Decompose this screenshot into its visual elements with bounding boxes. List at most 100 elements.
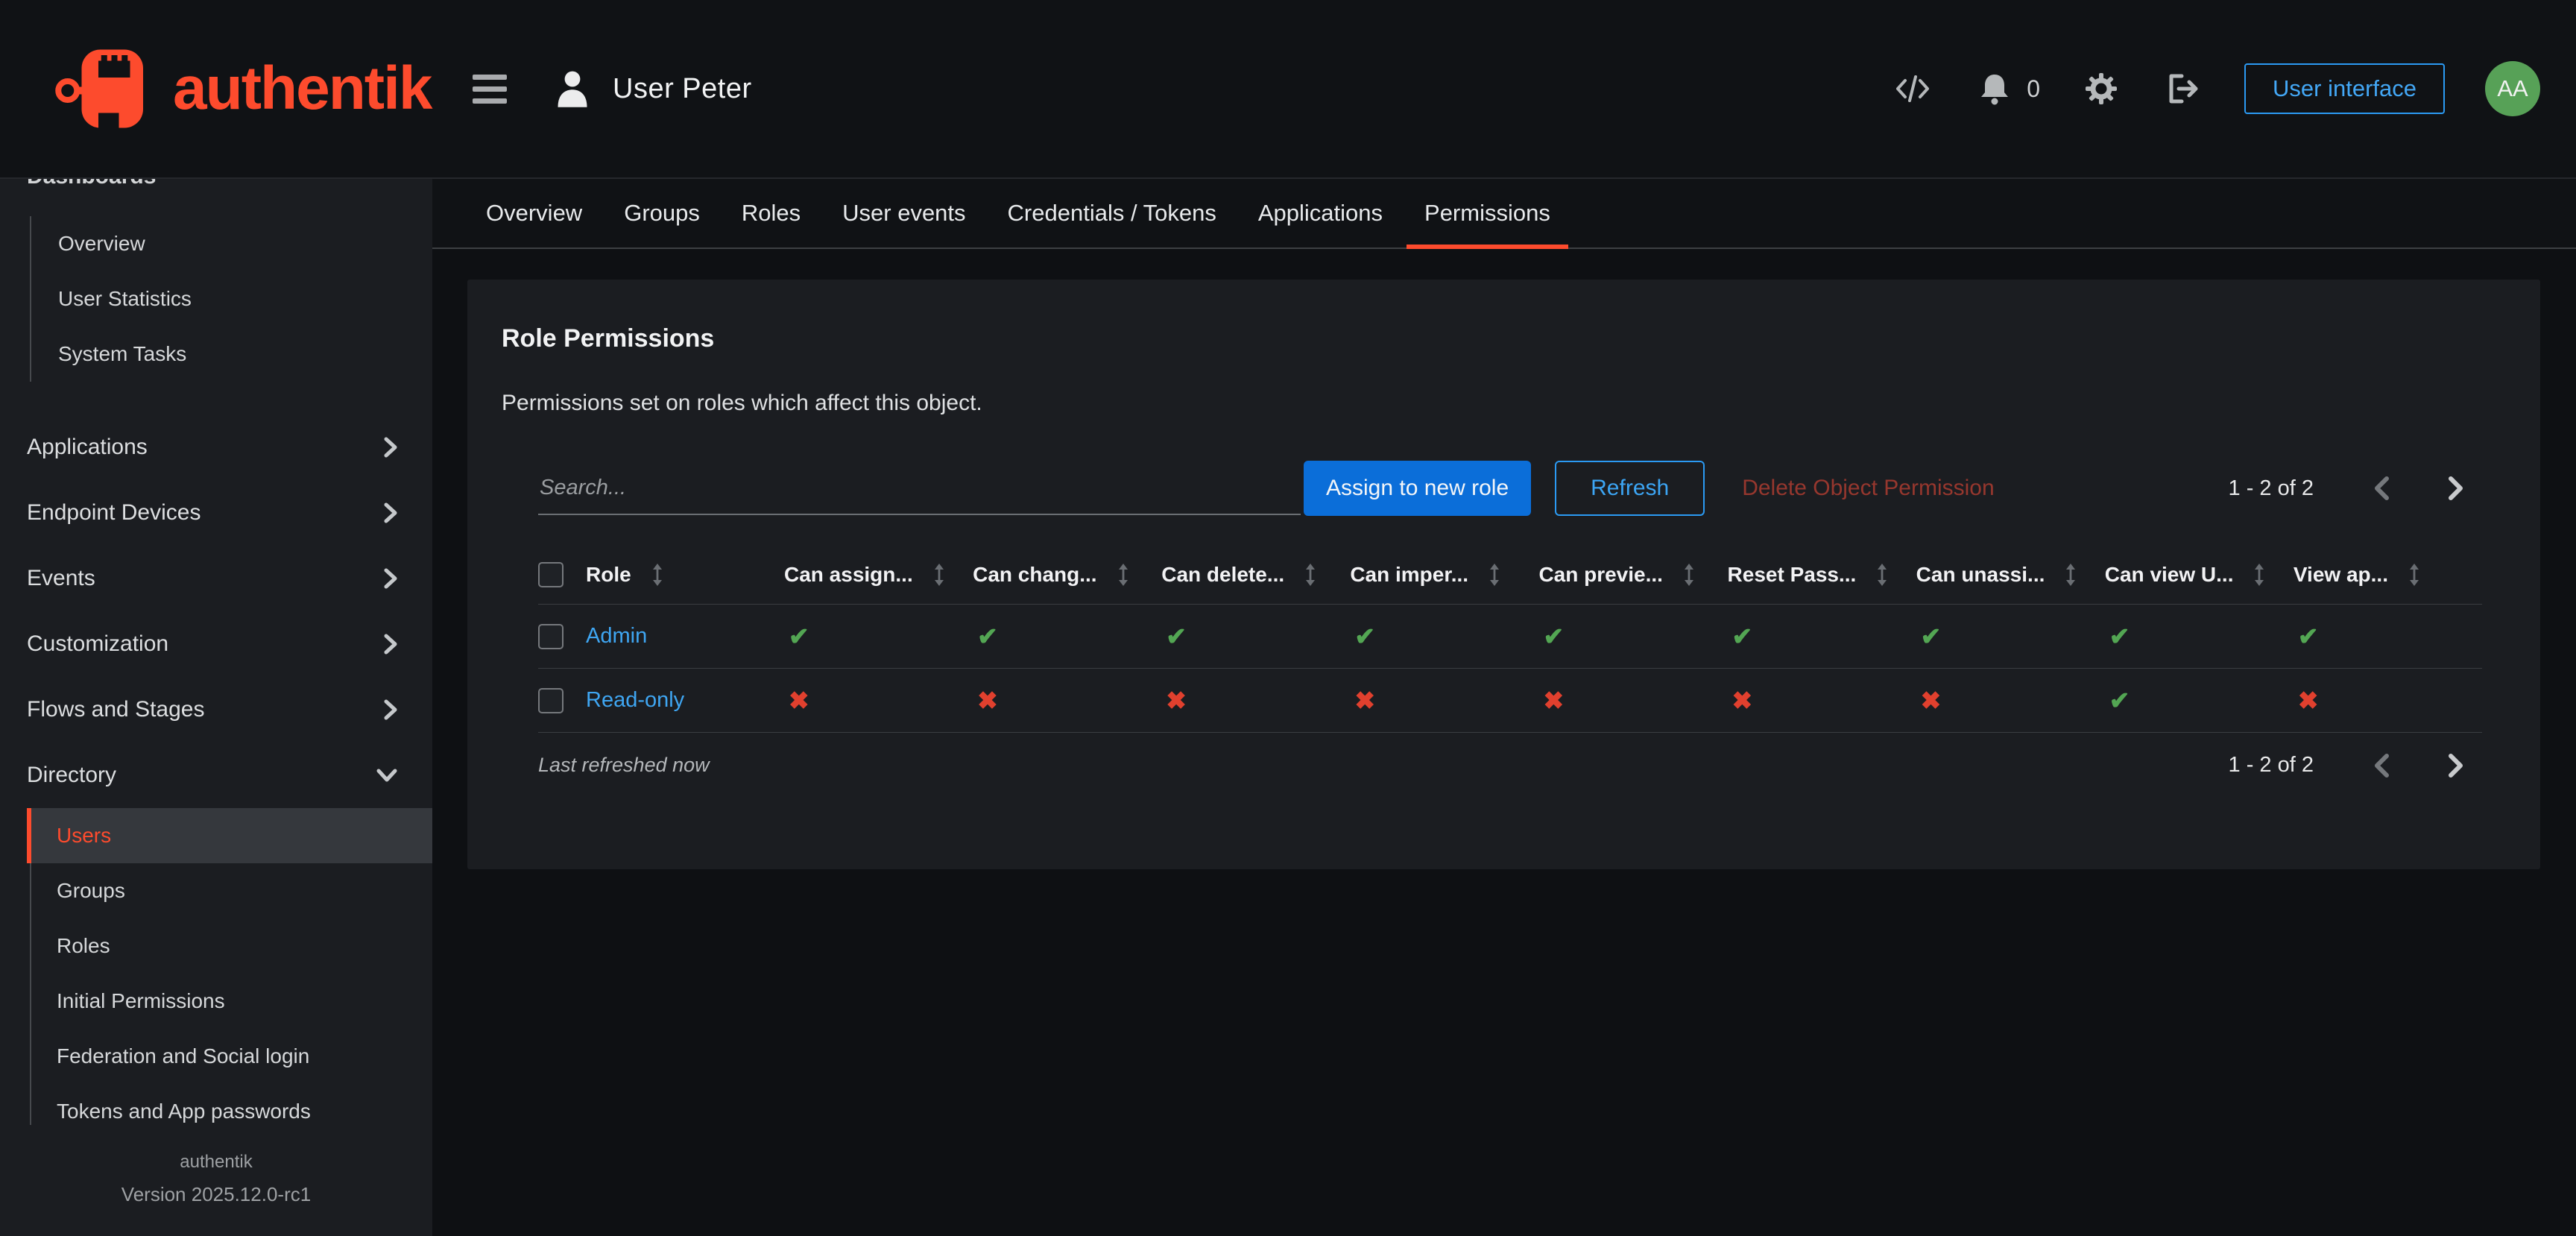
column-header-can-chang[interactable]: Can chang... (973, 563, 1161, 587)
avatar[interactable]: AA (2485, 61, 2540, 116)
sort-icon[interactable] (1488, 563, 1501, 587)
sidebar-item-overview[interactable]: Overview (57, 216, 432, 271)
cross-icon: ✖ (1538, 687, 1564, 714)
tab-overview[interactable]: Overview (465, 179, 603, 247)
sort-icon[interactable] (932, 563, 946, 587)
column-header-can-previe[interactable]: Can previe... (1538, 563, 1727, 587)
column-header-can-delete[interactable]: Can delete... (1161, 563, 1350, 587)
user-interface-button[interactable]: User interface (2244, 63, 2445, 114)
tab-user-events[interactable]: User events (821, 179, 986, 247)
sort-icon[interactable] (2253, 563, 2266, 587)
search-input[interactable] (538, 462, 1301, 515)
directory-sublist: UsersGroupsRolesInitial PermissionsFeder… (30, 808, 432, 1125)
sidebar-item-user-statistics[interactable]: User Statistics (57, 271, 432, 327)
column-header-label: Can previe... (1538, 563, 1663, 587)
cross-icon: ✖ (973, 687, 998, 714)
check-icon: ✔ (1728, 622, 1753, 650)
api-code-button[interactable] (1891, 69, 1934, 109)
notifications: 0 (1974, 67, 2040, 110)
sidebar-group-label: Endpoint Devices (27, 500, 201, 526)
row-checkbox[interactable] (538, 624, 564, 649)
settings-button[interactable] (2080, 68, 2122, 110)
cross-icon: ✖ (1728, 687, 1753, 714)
sort-icon[interactable] (2408, 563, 2421, 587)
code-icon (1895, 73, 1930, 104)
masthead-main: User Peter (432, 0, 2576, 177)
column-header-can-view-u[interactable]: Can view U... (2105, 563, 2294, 587)
masthead-actions: 0 (1891, 61, 2540, 116)
sign-out-button[interactable] (2162, 69, 2204, 109)
sidebar-footer-version: Version 2025.12.0-rc1 (0, 1183, 432, 1206)
refresh-button[interactable]: Refresh (1555, 461, 1705, 516)
chevron-left-icon (2372, 476, 2391, 501)
sort-icon[interactable] (651, 563, 664, 587)
column-header-label: Can imper... (1350, 563, 1468, 587)
sidebar-toggle-button[interactable] (465, 67, 514, 111)
sidebar-group-flows-and-stages[interactable]: Flows and Stages (0, 677, 432, 742)
card-title: Role Permissions (467, 324, 2540, 353)
column-header-can-assign[interactable]: Can assign... (784, 563, 973, 587)
sort-icon[interactable] (1304, 563, 1317, 587)
pagination-prev-button[interactable] (2355, 470, 2408, 507)
tab-applications[interactable]: Applications (1237, 179, 1404, 247)
role-permissions-table: RoleCan assign... Can chang...Can delete.… (538, 546, 2482, 732)
column-header-view-ap[interactable]: View ap... (2294, 563, 2482, 587)
sidebar-item-initial-permissions[interactable]: Initial Permissions (31, 974, 432, 1029)
sort-icon[interactable] (1117, 563, 1130, 587)
user-icon (553, 68, 592, 110)
role-link-read-only[interactable]: Read-only (586, 688, 684, 712)
sidebar-group-customization[interactable]: Customization (0, 611, 432, 677)
column-header-label: Can unassi... (1916, 563, 2045, 587)
sidebar-item-system-tasks[interactable]: System Tasks (57, 327, 432, 382)
cross-icon: ✖ (784, 687, 809, 714)
tab-roles[interactable]: Roles (721, 179, 821, 247)
sidebar-item-groups[interactable]: Groups (31, 863, 432, 918)
cross-icon: ✖ (1916, 687, 1942, 714)
check-icon: ✔ (2105, 622, 2130, 650)
sidebar-group-directory[interactable]: Directory (0, 742, 432, 808)
cross-icon: ✖ (2294, 687, 2319, 714)
page-body: Role Permissions Permissions set on role… (432, 249, 2576, 1236)
column-header-role[interactable]: Role (586, 563, 784, 587)
sidebar-item-federation-and-social-login[interactable]: Federation and Social login (31, 1029, 432, 1084)
role-link-admin[interactable]: Admin (586, 624, 647, 648)
column-header-label: Reset Pass... (1728, 563, 1857, 587)
sort-icon[interactable] (1682, 563, 1696, 587)
sidebar-item-users[interactable]: Users (27, 808, 432, 863)
row-checkbox[interactable] (538, 688, 564, 713)
sidebar-item-tokens-and-app-passwords[interactable]: Tokens and App passwords (31, 1084, 432, 1125)
tab-permissions[interactable]: Permissions (1404, 179, 1571, 247)
column-header-label: Can assign... (784, 563, 913, 587)
pagination-prev-button[interactable] (2355, 747, 2408, 784)
column-header-can-unassi[interactable]: Can unassi... (1916, 563, 2105, 587)
tab-credentials-tokens[interactable]: Credentials / Tokens (987, 179, 1237, 247)
sidebar-group-events[interactable]: Events (0, 546, 432, 611)
sort-icon[interactable] (1875, 563, 1889, 587)
pagination-bottom: 1 - 2 of 2 (2229, 747, 2482, 784)
column-header-reset-pass[interactable]: Reset Pass... (1728, 563, 1916, 587)
bell-icon[interactable] (1974, 67, 2015, 110)
sidebar-item-roles[interactable]: Roles (31, 918, 432, 974)
column-header-label: Can delete... (1161, 563, 1284, 587)
page-title: User Peter (613, 73, 752, 105)
main-content: OverviewGroupsRolesUser eventsCredential… (432, 179, 2576, 1236)
layout: Dashboards OverviewUser StatisticsSystem… (0, 179, 2576, 1236)
assign-to-new-role-button[interactable]: Assign to new role (1304, 461, 1531, 516)
sidebar-group-endpoint-devices[interactable]: Endpoint Devices (0, 480, 432, 546)
sort-icon[interactable] (2064, 563, 2077, 587)
sidebar-group-applications[interactable]: Applications (0, 414, 432, 480)
sidebar-group-label: Events (27, 566, 95, 591)
check-icon: ✔ (784, 622, 809, 650)
authentik-logo[interactable]: authentik (0, 0, 432, 177)
tab-groups[interactable]: Groups (603, 179, 721, 247)
check-icon: ✔ (1916, 622, 1942, 650)
column-header-label: Can view U... (2105, 563, 2234, 587)
dashboards-sublist: OverviewUser StatisticsSystem Tasks (30, 216, 432, 382)
sidebar-section-dashboards: Dashboards (0, 179, 432, 185)
pagination-next-button[interactable] (2430, 470, 2482, 507)
table-row-read-only: Read-only✖✖✖✖✖✖✖✔✖ (538, 668, 2482, 732)
pagination-next-button[interactable] (2430, 747, 2482, 784)
select-all-checkbox[interactable] (538, 562, 564, 587)
column-header-can-imper[interactable]: Can imper... (1350, 563, 1538, 587)
check-icon: ✔ (973, 622, 998, 650)
